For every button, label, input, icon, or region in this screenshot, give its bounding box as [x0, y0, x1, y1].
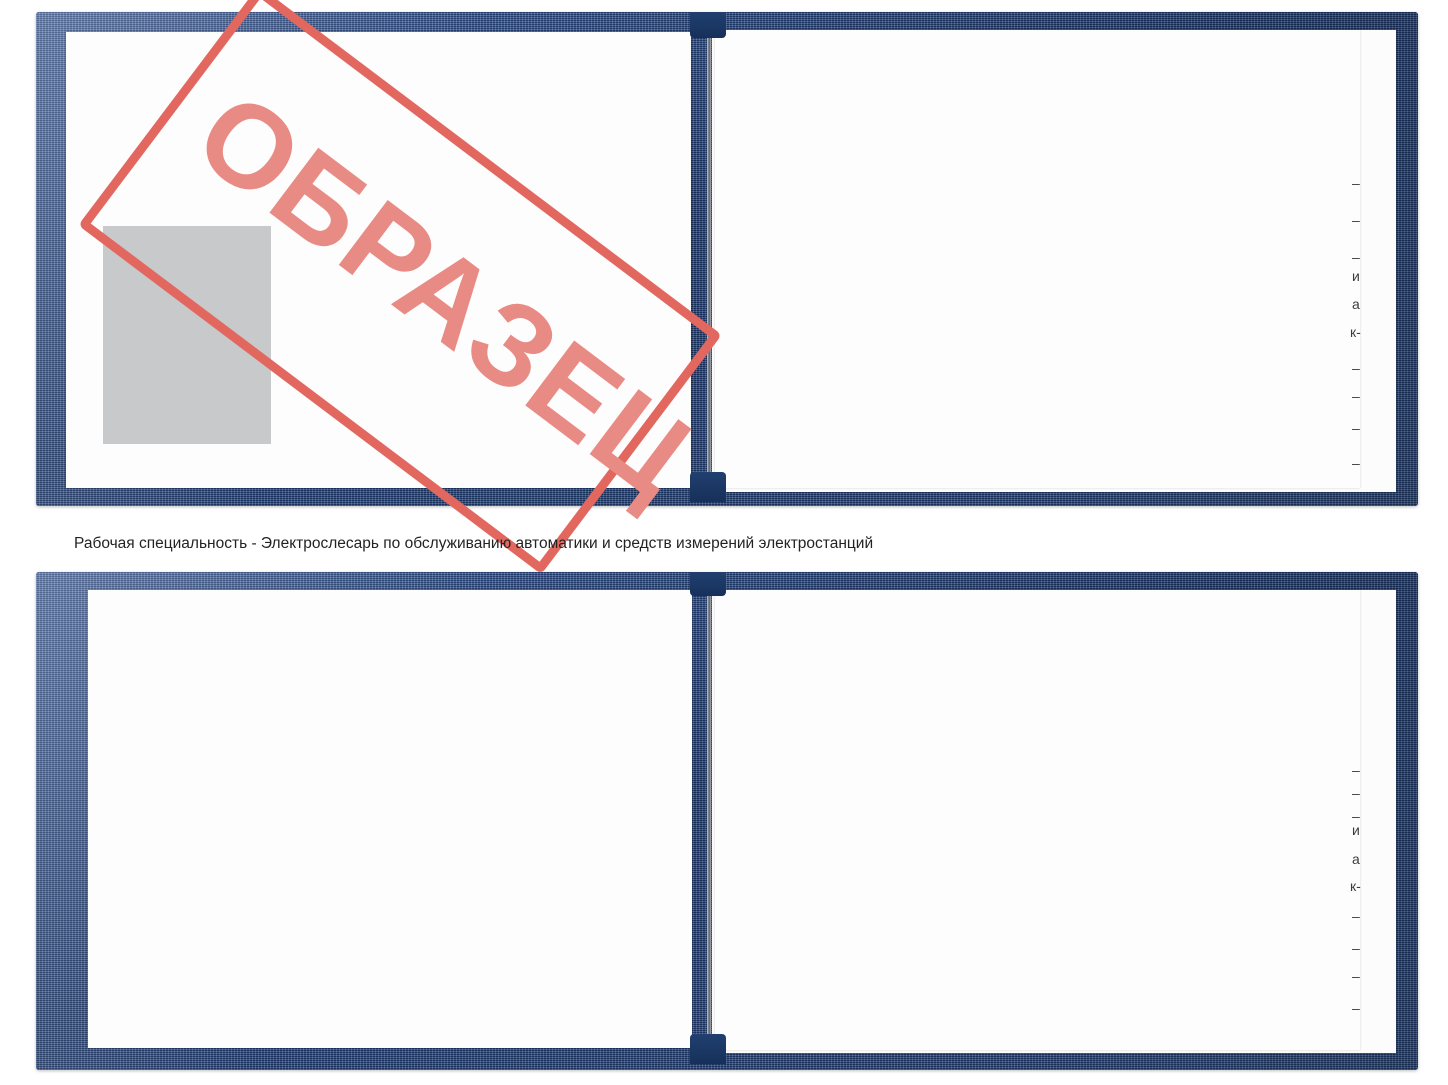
top-book-spine: [707, 30, 711, 490]
bottom-spine-notch-bottom: [690, 1034, 726, 1064]
photo-placeholder: [103, 226, 271, 444]
top-margin-fragment-2: –: [1352, 249, 1360, 265]
bottom-margin-fragment-8: –: [1352, 968, 1360, 984]
top-margin-fragment-4: а: [1352, 296, 1360, 312]
top-margin-fragment-5: к-: [1350, 324, 1361, 340]
top-margin-fragment-1: –: [1352, 212, 1360, 228]
bottom-left-page: [88, 590, 692, 1048]
bottom-margin-fragment-4: а: [1352, 851, 1360, 867]
top-spine-notch-bottom: [690, 472, 726, 502]
bottom-margin-fragment-0: –: [1352, 762, 1360, 778]
top-margin-fragment-7: –: [1352, 388, 1360, 404]
bottom-margin-fragment-6: –: [1352, 908, 1360, 924]
caption-text: Рабочая специальность - Электрослесарь п…: [74, 535, 874, 552]
bottom-margin-fragment-1: –: [1352, 785, 1360, 801]
top-spine-notch: [690, 12, 726, 38]
bottom-right-page: [715, 590, 1360, 1050]
bottom-book-spine: [707, 590, 711, 1052]
top-right-page: [715, 30, 1360, 488]
bottom-margin-fragment-3: и: [1352, 822, 1360, 838]
top-margin-fragment-9: –: [1352, 455, 1360, 471]
top-margin-fragment-6: –: [1352, 360, 1360, 376]
bottom-margin-fragment-5: к-: [1350, 878, 1361, 894]
bottom-spine-notch: [690, 572, 726, 596]
top-margin-fragment-3: и: [1352, 268, 1360, 284]
top-margin-fragment-8: –: [1352, 420, 1360, 436]
bottom-margin-fragment-9: –: [1352, 1000, 1360, 1016]
bottom-margin-fragment-7: –: [1352, 940, 1360, 956]
top-margin-fragment-0: –: [1352, 175, 1360, 191]
